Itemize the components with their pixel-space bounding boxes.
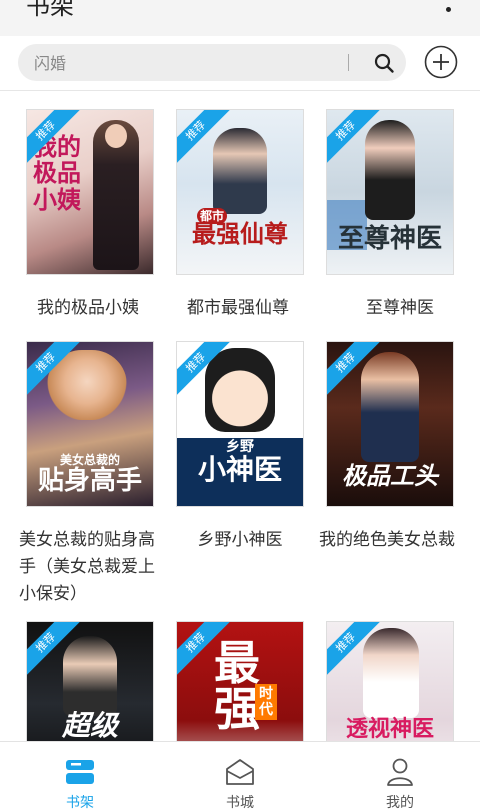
book-cover[interactable]: 乡野 小神医 推荐 <box>177 342 303 506</box>
tab-label: 书架 <box>66 795 94 811</box>
plus-circle-icon[interactable] <box>424 45 458 79</box>
tab-label: 书城 <box>226 795 254 811</box>
page-title: 书架 <box>26 0 74 20</box>
cover-title: 至尊神医 <box>337 224 442 254</box>
cover-title: 极品工头 <box>342 461 438 490</box>
search-bar[interactable] <box>18 44 406 83</box>
book-cover[interactable]: 透视神医 推荐 <box>327 622 453 741</box>
book-title: 至尊神医 <box>366 298 434 318</box>
search-divider <box>348 54 349 71</box>
search-input[interactable] <box>32 44 346 83</box>
search-row <box>0 36 480 90</box>
cover-title: 贴身高手 <box>37 466 142 496</box>
book-title: 美女总裁的贴身高手（美女总裁爱上小保安） <box>19 530 155 604</box>
book-cover[interactable]: 最强 时代 推荐 <box>177 622 303 741</box>
bookshelf-grid: 我的极品小姨 推荐 我的极品小姨 都市 最强仙尊 推荐 都市最强仙尊 至尊神医 … <box>0 91 480 741</box>
book-cover[interactable]: 都市 最强仙尊 推荐 <box>177 110 303 274</box>
cover-subtitle: 时代 <box>255 684 277 721</box>
cover-title: 小神医 <box>197 453 282 486</box>
cover-subtitle: 美女总裁的 <box>59 453 120 467</box>
tab-mine[interactable]: 我的 <box>320 742 480 811</box>
book-title: 我的极品小姨 <box>37 298 139 318</box>
book-cover[interactable]: 美女总裁的 贴身高手 推荐 <box>27 342 153 506</box>
store-icon <box>226 759 254 785</box>
book-cover[interactable]: 超级 推荐 <box>27 622 153 741</box>
bookshelf-icon <box>66 760 94 784</box>
cover-title: 超级 <box>61 709 118 741</box>
tab-label: 我的 <box>386 795 414 811</box>
book-title: 我的绝色美女总裁 <box>319 530 455 550</box>
book-cover[interactable]: 我的极品小姨 推荐 <box>27 110 153 274</box>
user-icon <box>387 758 413 786</box>
book-title: 都市最强仙尊 <box>187 298 289 318</box>
cover-subtitle: 乡野 <box>226 439 254 455</box>
search-icon[interactable] <box>373 52 395 74</box>
book-title: 乡野小神医 <box>197 530 283 550</box>
bottom-tab-bar: 书架 书城 我的 <box>0 741 480 811</box>
more-vertical-icon[interactable] <box>438 0 458 12</box>
tab-store[interactable]: 书城 <box>160 742 320 811</box>
book-cover[interactable]: 极品工头 推荐 <box>327 342 453 506</box>
book-cover[interactable]: 至尊神医 推荐 <box>327 110 453 274</box>
tab-bookshelf[interactable]: 书架 <box>0 742 160 811</box>
top-bar: 书架 <box>0 0 480 36</box>
cover-title: 最强仙尊 <box>192 219 288 248</box>
cover-title: 透视神医 <box>345 716 434 741</box>
